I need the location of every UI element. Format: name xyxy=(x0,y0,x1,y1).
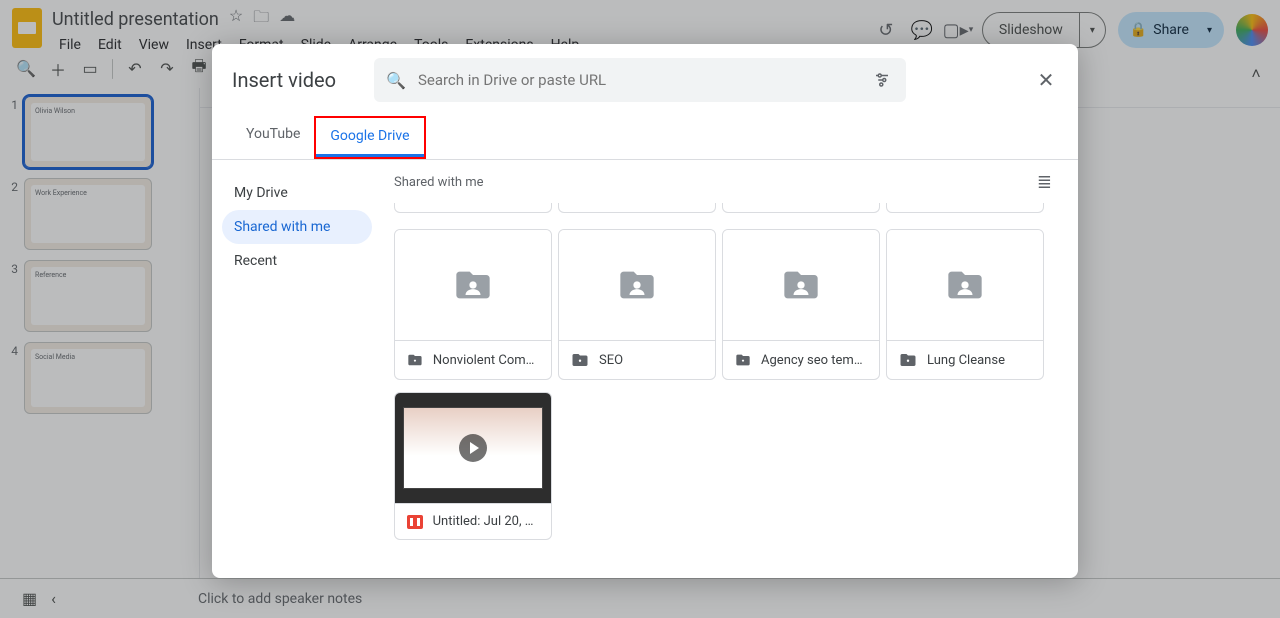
shared-folder-small-icon xyxy=(571,351,589,369)
search-field-wrapper[interactable]: 🔍 xyxy=(374,58,906,102)
folder-card-partial[interactable] xyxy=(722,203,880,213)
folder-card-partial[interactable] xyxy=(558,203,716,213)
highlight-annotation: Google Drive xyxy=(314,116,425,159)
search-icon: 🔍 xyxy=(386,71,406,90)
dialog-body: My Drive Shared with me Recent Shared wi… xyxy=(212,160,1078,578)
tab-youtube[interactable]: YouTube xyxy=(232,116,314,159)
video-card[interactable]: Untitled: Jul 20, 202… xyxy=(394,392,552,540)
shared-folder-small-icon xyxy=(407,351,423,369)
partial-row xyxy=(394,203,1066,213)
shared-folder-icon xyxy=(613,265,661,305)
folder-label: Lung Cleanse xyxy=(927,353,1005,368)
folder-label: Nonviolent Commu… xyxy=(433,353,539,368)
drive-section-label: Shared with me xyxy=(394,175,484,190)
folder-label: SEO xyxy=(599,353,623,368)
close-icon[interactable]: ✕ xyxy=(1034,68,1058,92)
shared-folder-icon xyxy=(449,265,497,305)
shared-folder-icon xyxy=(777,265,825,305)
folder-card-partial[interactable] xyxy=(886,203,1044,213)
drive-grid[interactable]: Nonviolent Commu… SEO Agency seo templa…… xyxy=(382,199,1078,552)
insert-video-dialog: Insert video 🔍 ✕ YouTube Google Drive My… xyxy=(212,44,1078,578)
play-icon xyxy=(459,434,487,462)
dialog-title: Insert video xyxy=(232,68,336,92)
drive-nav-recent[interactable]: Recent xyxy=(222,244,372,278)
shared-folder-small-icon xyxy=(899,351,917,369)
drive-nav-my-drive[interactable]: My Drive xyxy=(222,176,372,210)
video-thumbnail xyxy=(395,393,551,503)
drive-sidebar: My Drive Shared with me Recent xyxy=(212,160,382,578)
folder-label: Agency seo templa… xyxy=(761,353,867,368)
video-file-icon xyxy=(407,515,423,529)
folder-card[interactable]: SEO xyxy=(558,229,716,380)
folder-card[interactable]: Agency seo templa… xyxy=(722,229,880,380)
drive-section-header: Shared with me ≣ xyxy=(382,160,1078,199)
shared-folder-small-icon xyxy=(735,351,751,369)
shared-folder-icon xyxy=(941,265,989,305)
dialog-tabs: YouTube Google Drive xyxy=(212,116,1078,160)
list-view-icon[interactable]: ≣ xyxy=(1037,172,1052,193)
search-input[interactable] xyxy=(418,71,858,89)
tab-google-drive[interactable]: Google Drive xyxy=(316,118,423,157)
drive-nav-shared[interactable]: Shared with me xyxy=(222,210,372,244)
video-label: Untitled: Jul 20, 202… xyxy=(433,514,539,529)
filter-icon[interactable] xyxy=(870,68,894,92)
folder-card[interactable]: Lung Cleanse xyxy=(886,229,1044,380)
dialog-header: Insert video 🔍 ✕ xyxy=(212,44,1078,116)
drive-content: Shared with me ≣ Nonviolent Commu… S xyxy=(382,160,1078,578)
folder-card-partial[interactable] xyxy=(394,203,552,213)
folder-card[interactable]: Nonviolent Commu… xyxy=(394,229,552,380)
